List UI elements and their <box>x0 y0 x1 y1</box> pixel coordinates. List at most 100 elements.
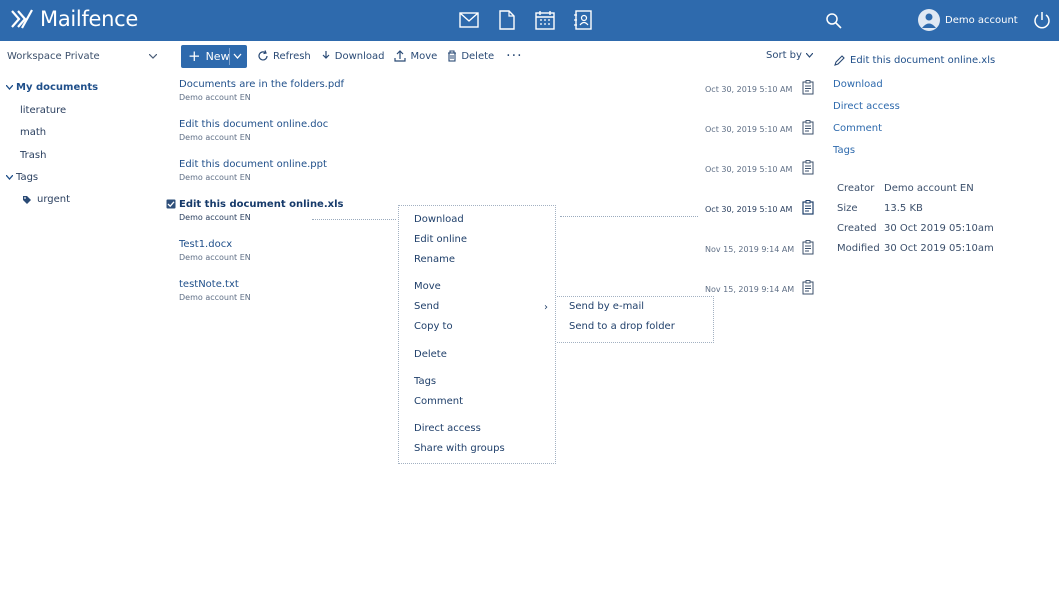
submenu-send-by-email[interactable]: Send by e-mail <box>569 301 644 312</box>
send-submenu: Send by e-mail Send to a drop folder <box>557 296 714 343</box>
file-details-icon[interactable] <box>802 80 814 95</box>
edit-icon <box>834 55 845 66</box>
sidebar-item-trash[interactable]: Trash <box>20 150 46 161</box>
file-owner: Demo account EN <box>179 133 251 142</box>
file-owner: Demo account EN <box>179 173 251 182</box>
menu-delete[interactable]: Delete <box>414 349 447 360</box>
delete-button[interactable]: Delete <box>447 50 494 62</box>
sidebar: Workspace Private My documents literatur… <box>0 41 165 603</box>
file-date: Oct 30, 2019 5:10 AM <box>705 205 793 214</box>
plus-icon: + <box>188 46 201 65</box>
file-name: testNote.txt <box>179 279 239 290</box>
mail-icon[interactable] <box>458 9 480 31</box>
download-icon <box>322 51 330 59</box>
file-owner: Demo account EN <box>179 253 251 262</box>
sidebar-item-math[interactable]: math <box>20 127 46 138</box>
mailfence-logo-icon <box>11 9 33 29</box>
refresh-icon <box>258 50 268 61</box>
file-date: Oct 30, 2019 5:10 AM <box>705 85 793 94</box>
file-row[interactable]: Edit this document online.ppt Demo accou… <box>166 159 816 195</box>
chevron-down-icon <box>6 175 13 180</box>
menu-direct-access[interactable]: Direct access <box>414 423 481 434</box>
file-name: Documents are in the folders.pdf <box>179 79 345 90</box>
file-name: Edit this document online.ppt <box>179 159 327 170</box>
menu-rename[interactable]: Rename <box>414 254 455 265</box>
file-row[interactable]: Edit this document online.doc Demo accou… <box>166 119 816 155</box>
file-owner: Demo account EN <box>179 93 251 102</box>
file-date: Nov 15, 2019 9:14 AM <box>705 245 795 254</box>
document-icon[interactable] <box>496 9 518 31</box>
chevron-down-icon[interactable] <box>233 50 242 62</box>
menu-share-with-groups[interactable]: Share with groups <box>414 443 505 454</box>
move-label: Move <box>410 50 438 62</box>
details-title: Edit this document online.xls <box>834 55 995 66</box>
refresh-button[interactable]: Refresh <box>257 50 311 62</box>
details-creator-label: Creator <box>837 183 875 194</box>
details-size-label: Size <box>837 203 858 214</box>
menu-comment[interactable]: Comment <box>414 396 463 407</box>
account-name: Demo account <box>945 14 1018 26</box>
submenu-send-to-drop-folder[interactable]: Send to a drop folder <box>569 321 675 332</box>
more-options-button[interactable]: ··· <box>506 49 522 63</box>
file-name: Edit this document online.xls <box>179 199 344 210</box>
file-details-icon[interactable] <box>802 280 814 295</box>
tag-label: urgent <box>37 194 71 205</box>
sort-by-dropdown[interactable]: Sort by <box>766 50 813 61</box>
file-owner: Demo account EN <box>179 293 251 302</box>
search-icon[interactable] <box>825 12 843 30</box>
power-icon[interactable] <box>1032 10 1052 30</box>
file-name: Edit this document online.doc <box>179 119 329 130</box>
file-date: Oct 30, 2019 5:10 AM <box>705 165 793 174</box>
tree-tags[interactable]: Tags <box>6 172 38 183</box>
menu-copy-to[interactable]: Copy to <box>414 321 453 332</box>
sidebar-tag-urgent[interactable]: urgent <box>22 194 70 205</box>
workspace-selector[interactable]: Workspace Private <box>7 51 157 62</box>
contacts-icon[interactable] <box>572 9 594 31</box>
file-owner: Demo account EN <box>179 213 251 222</box>
app-name: Mailfence <box>40 7 139 31</box>
tree-my-documents[interactable]: My documents <box>6 82 98 93</box>
details-creator-value: Demo account EN <box>884 183 974 194</box>
details-download-link[interactable]: Download <box>833 79 883 90</box>
refresh-label: Refresh <box>273 50 311 62</box>
checkbox-checked-icon[interactable] <box>166 199 176 209</box>
file-row[interactable]: Documents are in the folders.pdf Demo ac… <box>166 79 816 115</box>
sort-label: Sort by <box>766 50 802 61</box>
menu-move[interactable]: Move <box>414 281 441 292</box>
sidebar-item-literature[interactable]: literature <box>20 105 66 116</box>
file-date: Nov 15, 2019 9:14 AM <box>705 285 795 294</box>
menu-download[interactable]: Download <box>414 214 464 225</box>
details-tags-link[interactable]: Tags <box>833 145 855 156</box>
menu-edit-online[interactable]: Edit online <box>414 234 467 245</box>
calendar-icon[interactable] <box>534 9 556 31</box>
tags-label: Tags <box>16 172 39 183</box>
tag-icon <box>23 195 31 204</box>
file-details-icon[interactable] <box>802 160 814 175</box>
row-highlight-line <box>312 219 396 220</box>
details-size-value: 13.5 KB <box>884 203 923 214</box>
download-button[interactable]: Download <box>321 50 384 62</box>
chevron-right-icon: › <box>544 302 548 313</box>
details-direct-access-link[interactable]: Direct access <box>833 101 900 112</box>
file-details-icon[interactable] <box>802 200 814 215</box>
my-documents-label: My documents <box>16 82 99 93</box>
row-highlight-line <box>560 216 698 217</box>
details-created-label: Created <box>837 223 877 234</box>
new-button[interactable]: + New <box>181 44 247 68</box>
details-modified-label: Modified <box>837 243 880 254</box>
file-date: Oct 30, 2019 5:10 AM <box>705 125 793 134</box>
delete-label: Delete <box>461 50 495 62</box>
upload-icon <box>394 50 407 62</box>
app-logo[interactable]: Mailfence <box>10 7 138 31</box>
details-file-name: Edit this document online.xls <box>850 55 996 66</box>
account-menu[interactable]: Demo account <box>918 9 1018 31</box>
user-avatar-icon <box>922 13 936 28</box>
details-comment-link[interactable]: Comment <box>833 123 882 134</box>
file-details-icon[interactable] <box>802 120 814 135</box>
workspace-label: Workspace Private <box>7 51 100 62</box>
toolbar: + New Refresh Download Move Delete ··· <box>181 44 523 68</box>
file-details-icon[interactable] <box>802 240 814 255</box>
move-button[interactable]: Move <box>394 50 437 62</box>
menu-tags[interactable]: Tags <box>414 376 436 387</box>
menu-send[interactable]: Send <box>414 301 439 312</box>
